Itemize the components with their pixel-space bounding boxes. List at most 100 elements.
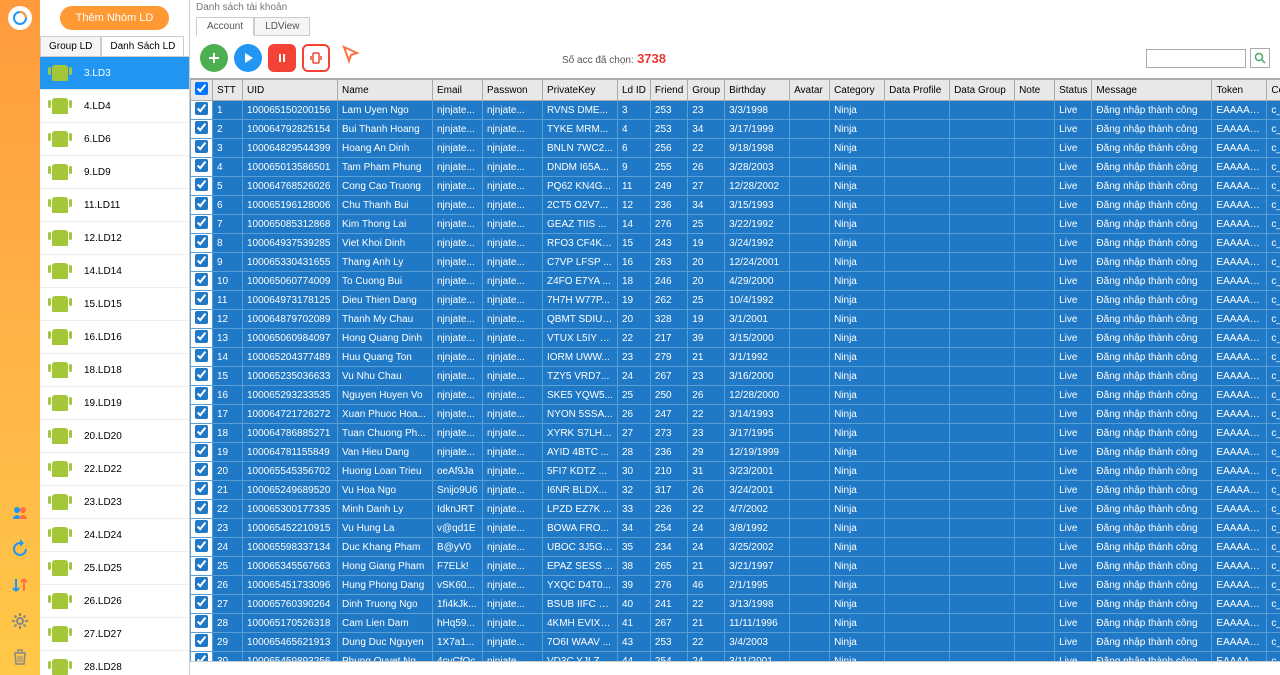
group-item[interactable]: 19.LD19 xyxy=(40,387,189,420)
table-row[interactable]: 23100065452210915Vu Hung Lav@qd1Enjnjate… xyxy=(191,519,1280,538)
row-checkbox[interactable] xyxy=(195,596,208,609)
column-header[interactable]: Birthday xyxy=(725,80,790,101)
column-header[interactable]: Token xyxy=(1212,80,1267,101)
row-checkbox[interactable] xyxy=(195,254,208,267)
tab-danh-sach-ld[interactable]: Danh Sách LD xyxy=(101,36,184,56)
vibrate-icon[interactable] xyxy=(302,44,330,72)
column-header[interactable]: Data Group xyxy=(950,80,1015,101)
gear-icon[interactable] xyxy=(8,609,32,633)
row-checkbox[interactable] xyxy=(195,634,208,647)
table-row[interactable]: 19100064781155849Van Hieu Dangnjnjate...… xyxy=(191,443,1280,462)
cursor-icon[interactable] xyxy=(340,44,362,72)
row-checkbox[interactable] xyxy=(195,615,208,628)
group-item[interactable]: 18.LD18 xyxy=(40,354,189,387)
row-checkbox[interactable] xyxy=(195,501,208,514)
table-row[interactable]: 8100064937539285Viet Khoi Dinhnjnjate...… xyxy=(191,234,1280,253)
search-button[interactable] xyxy=(1250,48,1270,68)
users-icon[interactable] xyxy=(8,501,32,525)
row-checkbox[interactable] xyxy=(195,368,208,381)
row-checkbox[interactable] xyxy=(195,178,208,191)
tab-account[interactable]: Account xyxy=(196,17,254,36)
table-row[interactable]: 13100065060984097Hong Quang Dinhnjnjate.… xyxy=(191,329,1280,348)
table-row[interactable]: 17100064721726272Xuan Phuoc Hoa...njnjat… xyxy=(191,405,1280,424)
row-checkbox[interactable] xyxy=(195,216,208,229)
row-checkbox[interactable] xyxy=(195,425,208,438)
column-header[interactable]: Category xyxy=(830,80,885,101)
column-header[interactable]: Group xyxy=(688,80,725,101)
search-input[interactable] xyxy=(1146,49,1246,68)
table-row[interactable]: 26100065451733096Hung Phong DangvSK60...… xyxy=(191,576,1280,595)
column-header[interactable]: Cookie xyxy=(1267,80,1280,101)
table-row[interactable]: 11100064973178125Dieu Thien Dangnjnjate.… xyxy=(191,291,1280,310)
table-row[interactable]: 16100065293233535Nguyen Huyen Vonjnjate.… xyxy=(191,386,1280,405)
pause-button[interactable] xyxy=(268,44,296,72)
table-row[interactable]: 7100065085312868Kim Thong Lainjnjate...n… xyxy=(191,215,1280,234)
table-row[interactable]: 24100065598337134Duc Khang PhamB@yV0njnj… xyxy=(191,538,1280,557)
row-checkbox[interactable] xyxy=(195,102,208,115)
group-item[interactable]: 12.LD12 xyxy=(40,222,189,255)
row-checkbox[interactable] xyxy=(195,482,208,495)
select-all-checkbox[interactable] xyxy=(195,82,208,95)
column-header[interactable] xyxy=(191,80,213,101)
table-row[interactable]: 5100064768526026Cong Cao Truongnjnjate..… xyxy=(191,177,1280,196)
row-checkbox[interactable] xyxy=(195,197,208,210)
group-item[interactable]: 27.LD27 xyxy=(40,618,189,651)
horizontal-scrollbar[interactable] xyxy=(190,661,1280,675)
row-checkbox[interactable] xyxy=(195,330,208,343)
row-checkbox[interactable] xyxy=(195,235,208,248)
row-checkbox[interactable] xyxy=(195,520,208,533)
column-header[interactable]: Name xyxy=(338,80,433,101)
column-header[interactable]: Friend xyxy=(650,80,687,101)
row-checkbox[interactable] xyxy=(195,444,208,457)
column-header[interactable]: STT xyxy=(213,80,243,101)
add-button[interactable] xyxy=(200,44,228,72)
group-item[interactable]: 15.LD15 xyxy=(40,288,189,321)
group-item[interactable]: 24.LD24 xyxy=(40,519,189,552)
group-item[interactable]: 23.LD23 xyxy=(40,486,189,519)
table-row[interactable]: 9100065330431655Thang Anh Lynjnjate...nj… xyxy=(191,253,1280,272)
group-item[interactable]: 4.LD4 xyxy=(40,90,189,123)
table-row[interactable]: 10100065060774009To Cuong Buinjnjate...n… xyxy=(191,272,1280,291)
column-header[interactable]: Passwon xyxy=(483,80,543,101)
table-row[interactable]: 6100065196128006Chu Thanh Buinjnjate...n… xyxy=(191,196,1280,215)
play-button[interactable] xyxy=(234,44,262,72)
group-item[interactable]: 22.LD22 xyxy=(40,453,189,486)
sort-icon[interactable] xyxy=(8,573,32,597)
tab-group-ld[interactable]: Group LD xyxy=(40,36,101,56)
table-row[interactable]: 21100065249689520Vu Hoa NgoSnijo9U6njnja… xyxy=(191,481,1280,500)
group-item[interactable]: 6.LD6 xyxy=(40,123,189,156)
row-checkbox[interactable] xyxy=(195,159,208,172)
table-row[interactable]: 4100065013586501Tam Pham Phungnjnjate...… xyxy=(191,158,1280,177)
row-checkbox[interactable] xyxy=(195,653,208,661)
table-row[interactable]: 15100065235036633Vu Nhu Chaunjnjate...nj… xyxy=(191,367,1280,386)
group-item[interactable]: 3.LD3 xyxy=(40,57,189,90)
column-header[interactable]: PrivateKey xyxy=(543,80,618,101)
column-header[interactable]: Email xyxy=(433,80,483,101)
row-checkbox[interactable] xyxy=(195,539,208,552)
row-checkbox[interactable] xyxy=(195,387,208,400)
table-row[interactable]: 29100065465621913Dung Duc Nguyen1X7a1...… xyxy=(191,633,1280,652)
column-header[interactable]: Data Profile xyxy=(885,80,950,101)
column-header[interactable]: Status xyxy=(1055,80,1092,101)
group-item[interactable]: 28.LD28 xyxy=(40,651,189,675)
table-row[interactable]: 28100065170526318Cam Lien DamhHq59...njn… xyxy=(191,614,1280,633)
row-checkbox[interactable] xyxy=(195,121,208,134)
group-item[interactable]: 14.LD14 xyxy=(40,255,189,288)
row-checkbox[interactable] xyxy=(195,292,208,305)
group-item[interactable]: 26.LD26 xyxy=(40,585,189,618)
row-checkbox[interactable] xyxy=(195,406,208,419)
table-row[interactable]: 18100064786885271Tuan Chuong Ph...njnjat… xyxy=(191,424,1280,443)
table-row[interactable]: 20100065545356702Huong Loan TrieuoeAf9Ja… xyxy=(191,462,1280,481)
table-row[interactable]: 12100064879702089Thanh My Chaunjnjate...… xyxy=(191,310,1280,329)
column-header[interactable]: Ld ID xyxy=(618,80,651,101)
row-checkbox[interactable] xyxy=(195,349,208,362)
column-header[interactable]: Avatar xyxy=(790,80,830,101)
table-row[interactable]: 27100065760390264Dinh Truong Ngo1fi4kJk.… xyxy=(191,595,1280,614)
table-row[interactable]: 3100064829544399Hoang An Dinhnjnjate...n… xyxy=(191,139,1280,158)
add-group-button[interactable]: Thêm Nhóm LD xyxy=(60,6,170,30)
table-row[interactable]: 1100065150200156Lam Uyen Ngonjnjate...nj… xyxy=(191,101,1280,120)
row-checkbox[interactable] xyxy=(195,311,208,324)
column-header[interactable]: UID xyxy=(243,80,338,101)
table-row[interactable]: 30100065459893256Phung Quyet Ng...4cyCfQ… xyxy=(191,652,1280,662)
table-row[interactable]: 14100065204377489Huu Quang Tonnjnjate...… xyxy=(191,348,1280,367)
